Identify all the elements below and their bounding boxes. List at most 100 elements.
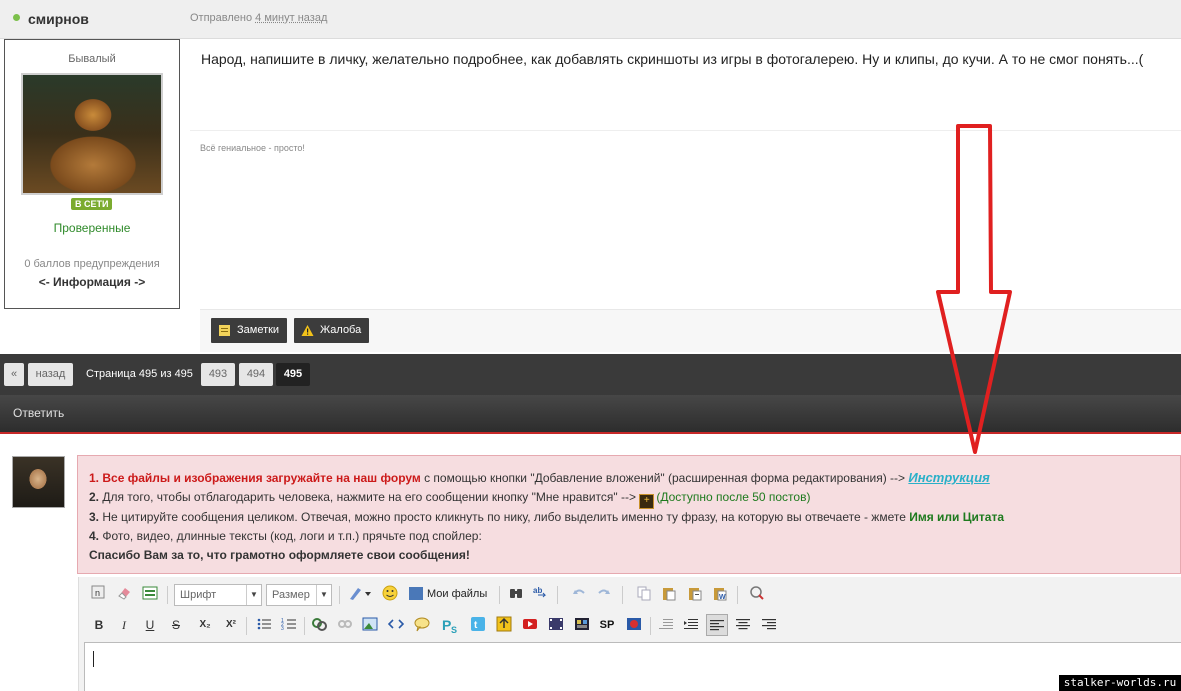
pagination-bar: « назад Страница 495 из 495 493 494 495 — [0, 354, 1181, 395]
prev-page-button[interactable]: назад — [28, 363, 73, 386]
toolbar-separator — [650, 617, 651, 635]
page-link-493[interactable]: 493 — [201, 363, 235, 386]
upload-icon[interactable] — [495, 616, 513, 634]
numbered-list-icon[interactable]: 123 — [280, 616, 298, 634]
info-link[interactable]: <- Информация -> — [5, 275, 179, 289]
user-group: Проверенные — [53, 221, 131, 235]
rules-thanks: Спасибо Вам за то, что грамотно оформляе… — [89, 548, 470, 562]
unlink-icon[interactable] — [336, 616, 354, 634]
toolbar-separator — [304, 617, 305, 635]
editor-toolbar-bottom: B I U S X₂ X² 123 PS t SP — [79, 612, 1181, 638]
chevron-down-icon: ▼ — [246, 585, 261, 605]
rule-1: 1. Все файлы и изображения загружайте на… — [89, 470, 990, 485]
first-page-button[interactable]: « — [4, 363, 24, 386]
video-icon[interactable] — [547, 616, 565, 634]
paste-icon[interactable] — [660, 585, 678, 603]
italic-button[interactable]: I — [115, 616, 133, 634]
forum-rules-box: 1. Все файлы и изображения загружайте на… — [77, 455, 1181, 574]
youtube-icon[interactable] — [521, 616, 539, 634]
notes-button[interactable]: Заметки — [211, 318, 288, 343]
toolbar-separator — [339, 586, 340, 604]
font-select[interactable]: Шрифт ▼ — [174, 584, 262, 606]
svg-text:ab: ab — [533, 586, 542, 595]
toolbar-separator — [622, 586, 623, 604]
online-status-icon — [13, 14, 20, 21]
my-files-button[interactable]: Мои файлы — [409, 585, 487, 603]
post-text: Народ, напишите в личку, желательно подр… — [201, 51, 1144, 67]
reply-header: Ответить — [0, 395, 1181, 434]
warning-points: 0 баллов предупреждения — [24, 258, 160, 270]
svg-text:3: 3 — [281, 626, 284, 632]
author-avatar[interactable] — [21, 73, 163, 195]
bulleted-list-icon[interactable] — [255, 616, 273, 634]
outdent-icon[interactable] — [657, 616, 675, 634]
copy-icon[interactable] — [635, 585, 653, 603]
replace-icon[interactable]: ab — [531, 585, 549, 603]
svg-text:P: P — [442, 617, 451, 633]
strikethrough-button[interactable]: S — [167, 616, 185, 634]
bold-button[interactable]: B — [90, 616, 108, 634]
author-profile-card: Бывалый В СЕТИ Проверенные 0 баллов пред… — [4, 39, 180, 309]
svg-text:W: W — [719, 594, 726, 601]
code-icon[interactable] — [387, 616, 405, 634]
current-user-avatar — [12, 456, 65, 508]
complaint-button[interactable]: Жалоба — [294, 318, 370, 343]
text-color-icon[interactable] — [347, 585, 373, 603]
editor-toolbar-top: n Шрифт ▼ Размер ▼ Мои файлы ab W — [79, 581, 1181, 607]
eraser-icon[interactable] — [115, 585, 133, 603]
underline-button[interactable]: U — [141, 616, 159, 634]
like-icon: + — [639, 494, 655, 509]
twitter-icon[interactable]: t — [469, 616, 487, 634]
toolbar-separator — [737, 586, 738, 604]
indent-icon[interactable] — [682, 616, 700, 634]
reply-title: Ответить — [13, 406, 65, 420]
files-icon — [409, 587, 423, 600]
align-center-icon[interactable] — [734, 616, 752, 634]
gallery-icon[interactable] — [573, 616, 591, 634]
paste-word-icon[interactable]: W — [711, 585, 729, 603]
spellcheck-icon[interactable] — [748, 585, 766, 603]
complaint-label: Жалоба — [320, 324, 362, 336]
template-icon[interactable] — [141, 585, 159, 603]
align-left-icon[interactable] — [706, 614, 728, 636]
emoticon-icon[interactable] — [381, 585, 399, 603]
photoshop-icon[interactable]: PS — [442, 616, 460, 635]
image-icon[interactable] — [361, 616, 379, 634]
post-author-name[interactable]: смирнов — [28, 11, 89, 27]
rule-4: 4. Фото, видео, длинные тексты (код, лог… — [89, 529, 482, 543]
toolbar-separator — [499, 586, 500, 604]
page-link-494[interactable]: 494 — [239, 363, 273, 386]
media-icon[interactable] — [625, 616, 643, 634]
binoculars-icon[interactable] — [507, 585, 525, 603]
post-actions: Заметки Жалоба — [200, 309, 1181, 352]
superscript-button[interactable]: X² — [222, 616, 240, 634]
online-badge: В СЕТИ — [71, 198, 113, 210]
reply-editor: n Шрифт ▼ Размер ▼ Мои файлы ab W B I U S … — [78, 577, 1181, 691]
paste-text-icon[interactable] — [686, 585, 704, 603]
link-icon[interactable] — [310, 616, 328, 634]
reply-textarea[interactable] — [84, 642, 1181, 691]
page-indicator: Страница 495 из 495 — [86, 368, 193, 380]
chevron-down-icon: ▼ — [316, 585, 331, 605]
quote-icon[interactable] — [413, 616, 431, 634]
spoiler-button[interactable]: SP — [598, 616, 616, 634]
signature-divider — [190, 130, 1181, 131]
undo-icon[interactable] — [570, 585, 588, 603]
rule-2: 2. Для того, чтобы отблагодарить человек… — [89, 490, 810, 509]
post-body: Народ, напишите в личку, желательно подр… — [190, 39, 1181, 351]
warning-icon — [301, 325, 314, 336]
toolbar-separator — [167, 586, 168, 604]
align-right-icon[interactable] — [760, 616, 778, 634]
subscript-button[interactable]: X₂ — [196, 616, 214, 634]
post-timestamp: Отправлено 4 минут назад — [190, 12, 328, 24]
notes-icon — [219, 325, 230, 336]
page-link-495-current[interactable]: 495 — [276, 363, 310, 386]
post-header: смирнов Отправлено 4 минут назад — [0, 0, 1181, 39]
instruction-link[interactable]: Инструкция — [908, 470, 989, 485]
text-caret — [93, 651, 94, 667]
size-select[interactable]: Размер ▼ — [266, 584, 332, 606]
source-mode-icon[interactable]: n — [89, 585, 107, 603]
site-watermark: stalker-worlds.ru — [1059, 675, 1181, 691]
rule-3: 3. Не цитируйте сообщения целиком. Отвеч… — [89, 510, 1005, 524]
redo-icon[interactable] — [595, 585, 613, 603]
